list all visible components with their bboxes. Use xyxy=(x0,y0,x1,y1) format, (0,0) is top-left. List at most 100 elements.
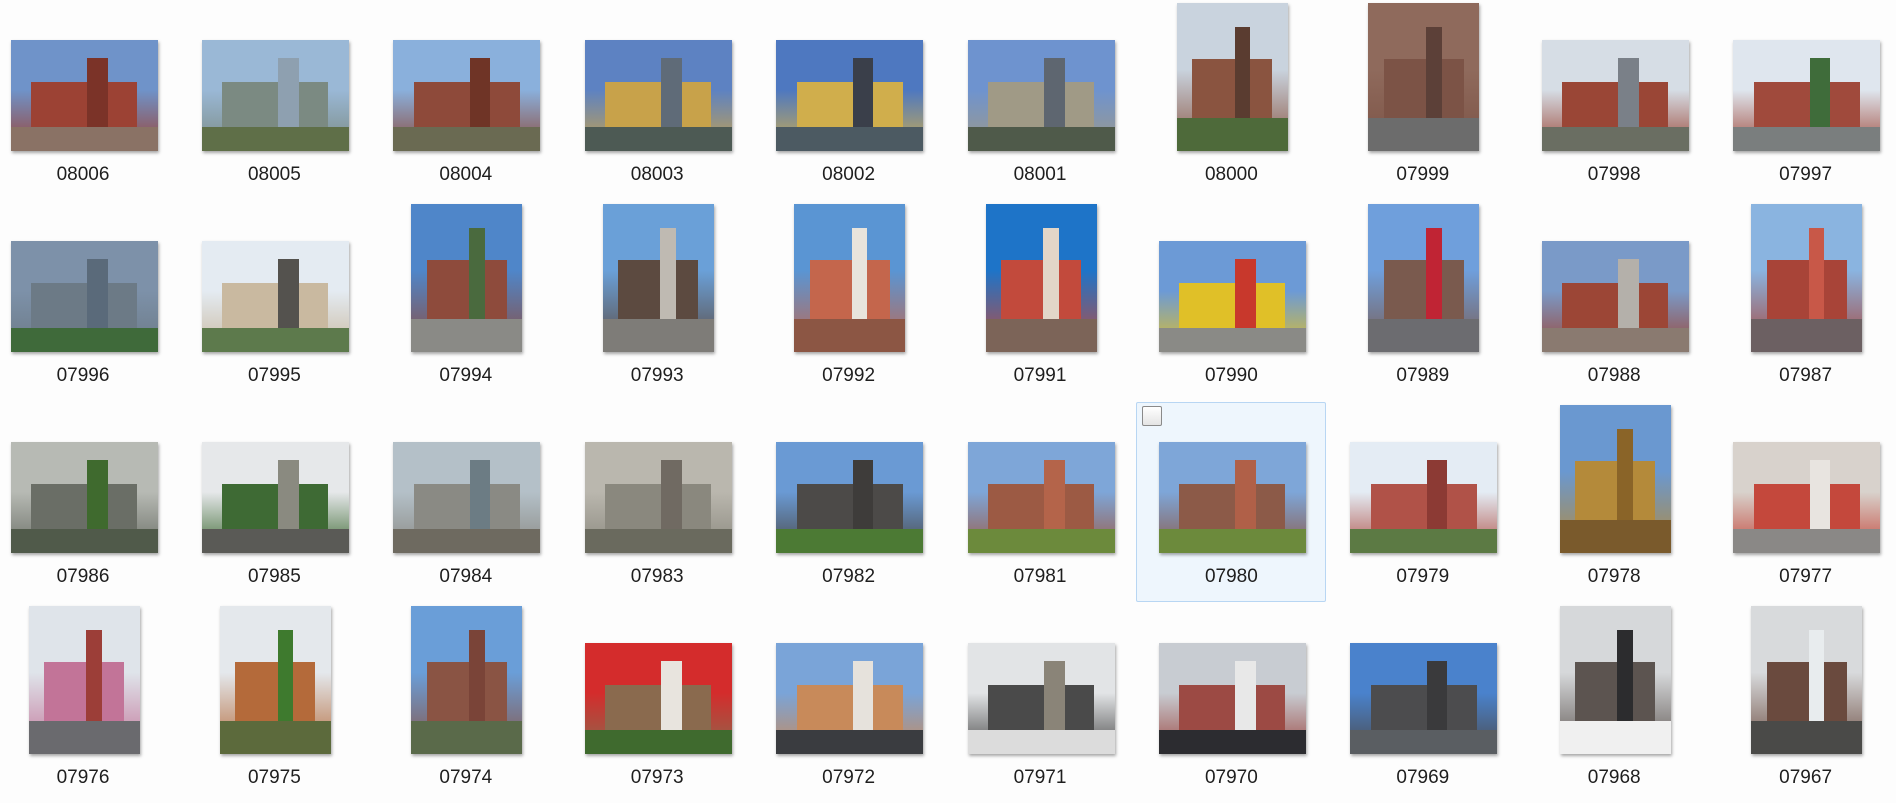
thumbnail-image xyxy=(794,204,906,352)
file-item[interactable]: 07989 xyxy=(1328,201,1518,401)
thumbnail-image xyxy=(1176,3,1288,151)
file-item[interactable]: 07969 xyxy=(1328,603,1518,803)
thumbnail-image xyxy=(1733,442,1881,553)
file-item[interactable]: 07986 xyxy=(0,402,178,602)
thumbnail-image xyxy=(201,241,349,352)
file-name-label: 07972 xyxy=(822,767,876,788)
file-item[interactable]: 07990 xyxy=(1136,201,1326,401)
file-name-label: 07993 xyxy=(630,365,684,386)
thumbnail-image xyxy=(1368,3,1480,151)
file-name-label: 07996 xyxy=(56,365,110,386)
file-item[interactable]: 08001 xyxy=(945,0,1135,200)
thumbnail-image xyxy=(1368,204,1480,352)
thumbnail-image xyxy=(985,204,1097,352)
file-item[interactable]: 07980 xyxy=(1136,402,1327,602)
file-item[interactable]: 07981 xyxy=(945,402,1135,602)
file-name-label: 07992 xyxy=(822,365,876,386)
file-item[interactable]: 07997 xyxy=(1711,0,1896,200)
thumbnail-image xyxy=(776,442,924,553)
file-item[interactable]: 07971 xyxy=(945,603,1135,803)
file-item[interactable]: 07996 xyxy=(0,201,178,401)
file-item[interactable]: 07998 xyxy=(1519,0,1709,200)
file-name-label: 07981 xyxy=(1013,566,1067,587)
file-item[interactable]: 08000 xyxy=(1136,0,1326,200)
file-item[interactable]: 08002 xyxy=(754,0,944,200)
thumbnail-image xyxy=(776,643,924,754)
thumbnail-image xyxy=(411,204,523,352)
thumbnail-image xyxy=(1350,643,1498,754)
file-name-label: 07977 xyxy=(1779,566,1833,587)
thumbnail-image xyxy=(1733,40,1881,151)
file-name-label: 08005 xyxy=(247,164,301,185)
thumbnail-image xyxy=(1158,442,1306,553)
thumbnail-image xyxy=(967,643,1115,754)
file-name-label: 08000 xyxy=(1204,164,1258,185)
file-item[interactable]: 07978 xyxy=(1519,402,1709,602)
file-item[interactable]: 08005 xyxy=(179,0,369,200)
file-name-label: 07973 xyxy=(630,767,684,788)
file-item[interactable]: 07993 xyxy=(562,201,752,401)
file-name-label: 07995 xyxy=(247,365,301,386)
file-item[interactable]: 07972 xyxy=(754,603,944,803)
file-item[interactable]: 07984 xyxy=(371,402,561,602)
file-item[interactable]: 07987 xyxy=(1711,201,1896,401)
thumbnail-image xyxy=(584,442,732,553)
file-name-label: 08002 xyxy=(822,164,876,185)
file-item[interactable]: 08003 xyxy=(562,0,752,200)
file-item[interactable]: 07979 xyxy=(1328,402,1518,602)
thumbnail-image xyxy=(584,40,732,151)
file-name-label: 07998 xyxy=(1587,164,1641,185)
file-item[interactable]: 07999 xyxy=(1328,0,1518,200)
thumbnail-image xyxy=(411,606,523,754)
thumbnail-image xyxy=(201,442,349,553)
file-name-label: 07984 xyxy=(439,566,493,587)
file-name-label: 08003 xyxy=(630,164,684,185)
file-item[interactable]: 07967 xyxy=(1711,603,1896,803)
file-name-label: 07986 xyxy=(56,566,110,587)
thumbnail-image xyxy=(602,204,714,352)
file-item[interactable]: 07975 xyxy=(179,603,369,803)
file-item[interactable]: 07974 xyxy=(371,603,561,803)
file-item[interactable]: 07970 xyxy=(1136,603,1326,803)
file-name-label: 07967 xyxy=(1779,767,1833,788)
thumbnail-image xyxy=(1559,405,1671,553)
file-item[interactable]: 07968 xyxy=(1519,603,1709,803)
thumbnail-image xyxy=(201,40,349,151)
file-name-label: 07976 xyxy=(56,767,110,788)
file-name-label: 07980 xyxy=(1204,566,1258,587)
file-item[interactable]: 07977 xyxy=(1711,402,1896,602)
file-name-label: 07987 xyxy=(1779,365,1833,386)
file-name-label: 07983 xyxy=(630,566,684,587)
file-name-label: 07969 xyxy=(1396,767,1450,788)
file-item[interactable]: 07976 xyxy=(0,603,178,803)
file-item[interactable]: 07973 xyxy=(562,603,752,803)
thumbnail-image xyxy=(28,606,140,754)
file-name-label: 07997 xyxy=(1779,164,1833,185)
file-item[interactable]: 07985 xyxy=(179,402,369,602)
file-name-label: 07975 xyxy=(247,767,301,788)
file-name-label: 07989 xyxy=(1396,365,1450,386)
file-name-label: 08006 xyxy=(56,164,110,185)
file-name-label: 07971 xyxy=(1013,767,1067,788)
file-item[interactable]: 07983 xyxy=(562,402,752,602)
thumbnail-image xyxy=(1559,606,1671,754)
file-name-label: 08004 xyxy=(439,164,493,185)
thumbnail-image xyxy=(1350,442,1498,553)
thumbnail-image xyxy=(967,40,1115,151)
file-name-label: 07985 xyxy=(247,566,301,587)
file-item[interactable]: 08004 xyxy=(371,0,561,200)
file-name-label: 07994 xyxy=(439,365,493,386)
file-item[interactable]: 07991 xyxy=(945,201,1135,401)
file-item[interactable]: 08006 xyxy=(0,0,178,200)
file-name-label: 07991 xyxy=(1013,365,1067,386)
file-item[interactable]: 07982 xyxy=(754,402,944,602)
thumbnail-image xyxy=(10,241,158,352)
file-item[interactable]: 07995 xyxy=(179,201,369,401)
file-item[interactable]: 07988 xyxy=(1519,201,1709,401)
thumbnail-image xyxy=(219,606,331,754)
thumbnail-image xyxy=(393,442,541,553)
file-name-label: 07978 xyxy=(1587,566,1641,587)
file-item[interactable]: 07992 xyxy=(754,201,944,401)
thumbnail-image xyxy=(776,40,924,151)
file-item[interactable]: 07994 xyxy=(371,201,561,401)
